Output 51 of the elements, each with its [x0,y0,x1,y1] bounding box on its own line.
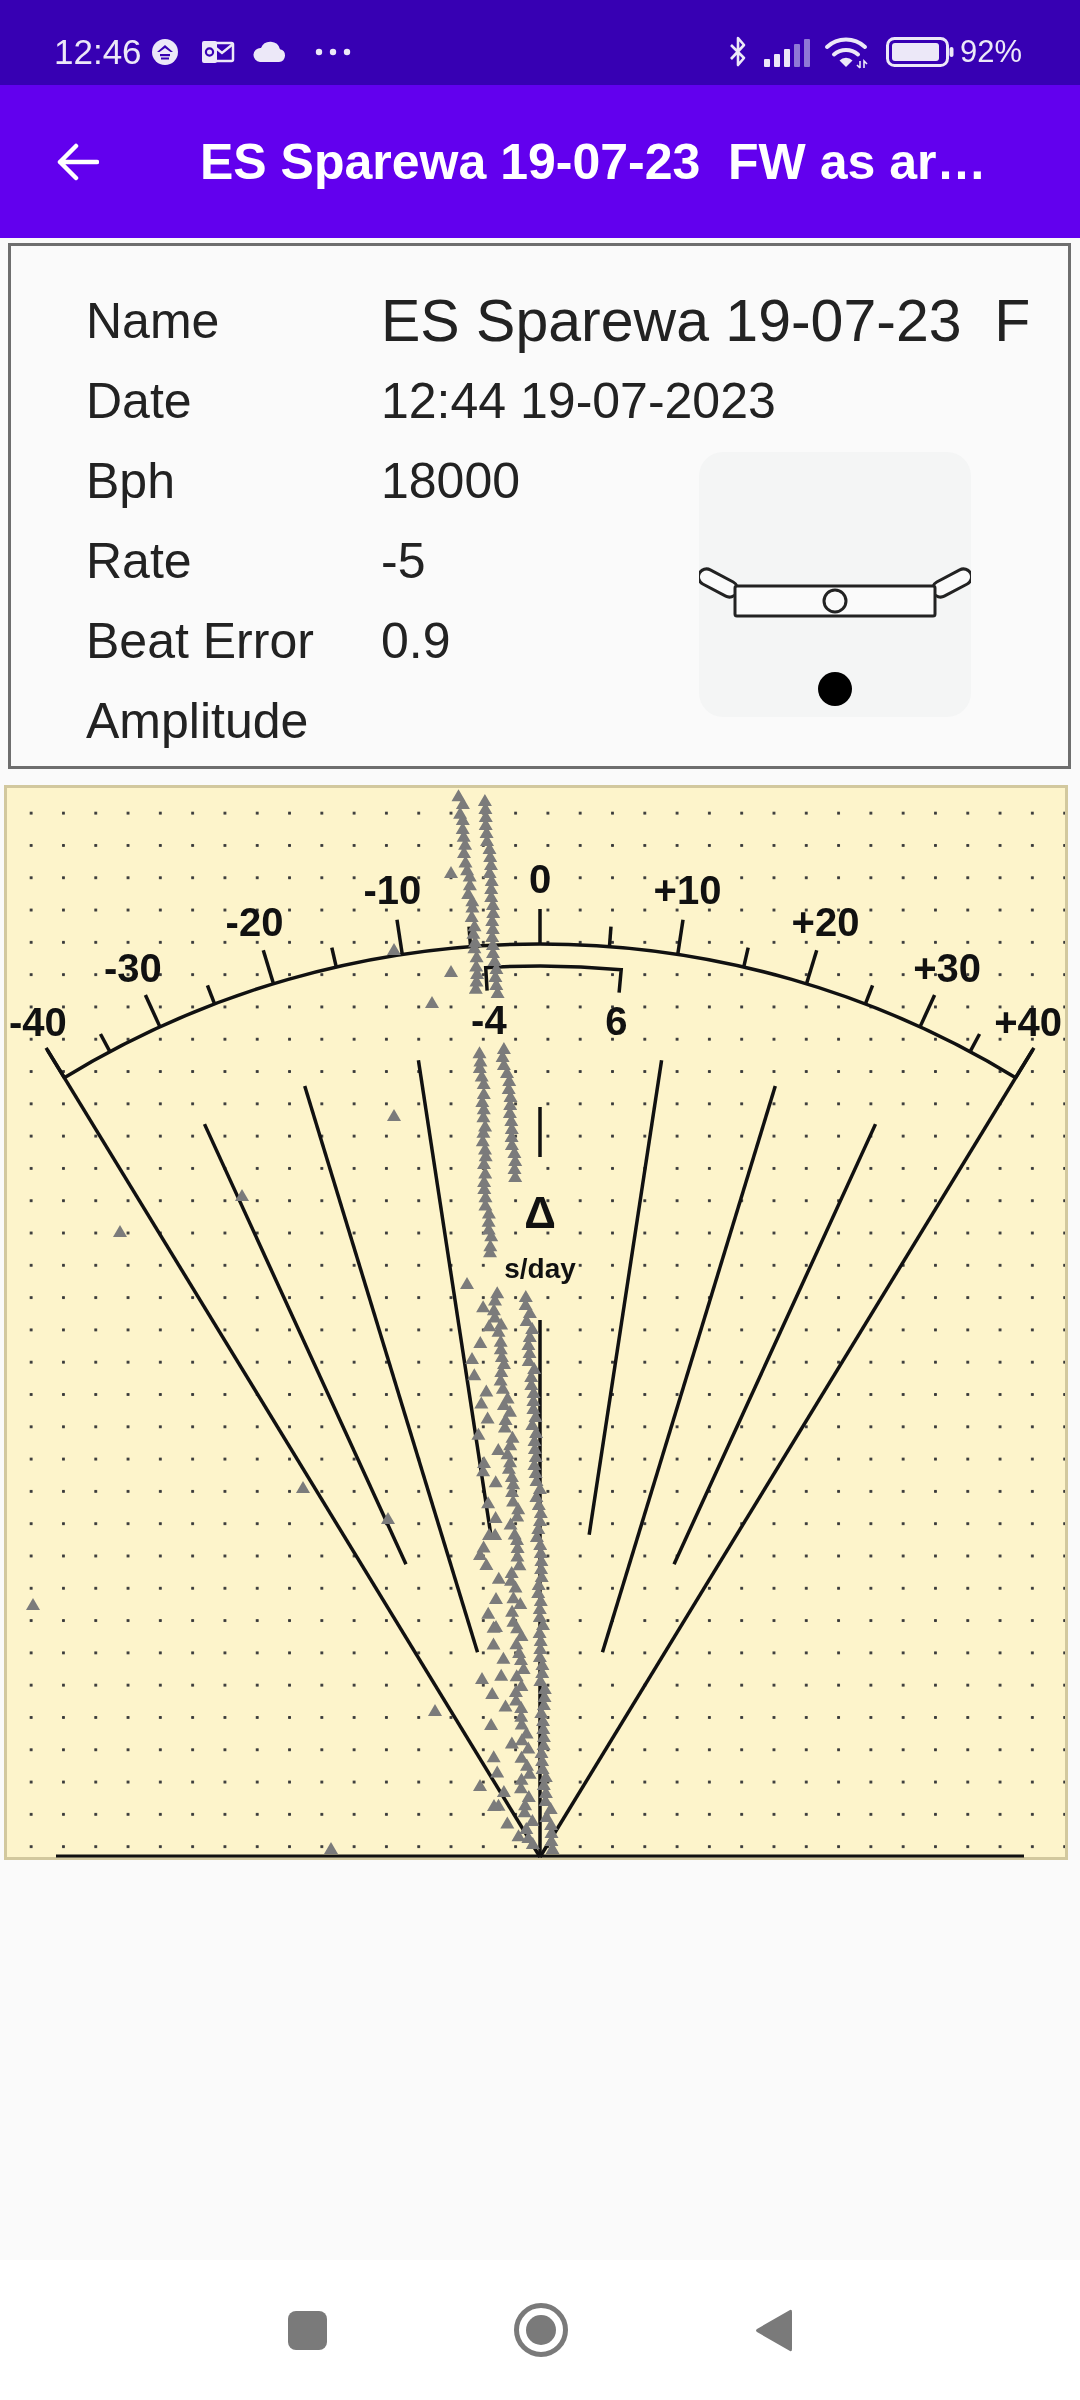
field-value: 18000 [381,452,521,511]
outlier-point [387,1109,401,1121]
home-icon[interactable] [514,2303,568,2357]
field-label: Name [86,292,220,351]
recents-icon[interactable] [288,2310,327,2350]
delta-symbol: Δ [524,1187,556,1237]
position-icon [699,452,971,717]
outlier-point [26,1598,40,1610]
unit-label: s/day [504,1252,576,1284]
round-app-icon [150,37,179,66]
field-label: Date [86,372,192,431]
field-value: 12:44 19-07-2023 [381,372,776,431]
back-arrow-icon[interactable] [55,141,99,182]
outlier-point [428,1704,442,1716]
battery-percent: 92% [959,33,1022,70]
scale-label: 0 [528,857,552,901]
status-time: 12:46 [54,31,142,72]
range-label: 6 [605,999,628,1044]
field-label: Beat Error [86,612,314,671]
scale-label: -40 [9,1000,67,1045]
outlier-point [324,1842,338,1854]
field-value: 0.9 [381,612,451,671]
cloud-icon [251,40,286,63]
bluetooth-icon [727,34,748,69]
screen-title: ES Sparewa 19-07-23 FW as ar… [200,132,987,191]
outlier-point [387,943,401,955]
back-icon[interactable] [755,2307,792,2353]
outlier-point [235,1189,249,1201]
field-label: Amplitude [86,692,309,751]
scale-label: -30 [104,945,162,990]
scale-label: +20 [791,899,860,944]
field-value: ES Sparewa 19-07-23 F [381,287,1031,356]
more-icon [314,47,351,56]
scale-label: -10 [363,868,422,913]
outlier-point [444,965,458,977]
outlier-point [425,996,439,1008]
field-label: Rate [86,532,192,591]
signal-icon [763,36,812,67]
mail-app-icon [200,38,235,65]
scale-label: +10 [653,868,722,913]
field-value: -5 [381,532,426,591]
outlier-point [296,1481,310,1493]
battery-icon [885,36,954,67]
field-label: Bph [86,452,175,511]
outlier-point [444,866,458,878]
scale-label: -20 [225,899,284,944]
scale-label: +30 [913,945,982,990]
outlier-point [381,1512,395,1524]
scale-label: +40 [994,1000,1062,1045]
outlier-point [113,1225,127,1237]
range-label: -4 [471,997,507,1042]
